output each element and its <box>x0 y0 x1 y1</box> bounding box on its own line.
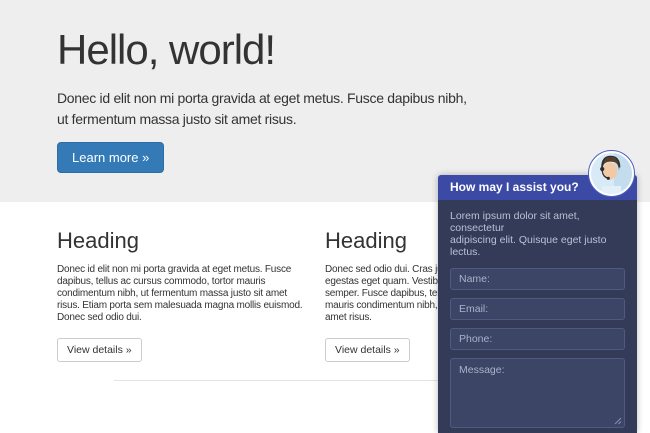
view-details-button-2[interactable]: View details » <box>325 338 410 362</box>
view-details-button-1[interactable]: View details » <box>57 338 142 362</box>
message-field[interactable] <box>450 358 625 428</box>
chat-intro-line-2: adipiscing elit. Quisque eget justo lect… <box>450 234 625 258</box>
chat-widget-body: Lorem ipsum dolor sit amet, consectetur … <box>438 200 637 433</box>
email-field[interactable] <box>450 298 625 320</box>
page-title: Hello, world! <box>57 26 650 74</box>
name-field[interactable] <box>450 268 625 290</box>
chat-intro-line-1: Lorem ipsum dolor sit amet, consectetur <box>450 210 625 234</box>
chat-widget-title: How may I assist you? <box>450 180 579 194</box>
chat-intro: Lorem ipsum dolor sit amet, consectetur … <box>450 210 625 258</box>
chat-widget: How may I assist you? Lorem ipsum dolor … <box>438 175 637 433</box>
support-agent-avatar <box>588 150 635 197</box>
column-1-text: Donec id elit non mi porta gravida at eg… <box>57 264 309 324</box>
resize-handle-icon[interactable] <box>614 417 622 425</box>
jumbotron-subtitle: Donec id elit non mi porta gravida at eg… <box>57 88 477 130</box>
support-agent-avatar-icon <box>588 150 635 197</box>
message-field-wrap <box>450 358 625 428</box>
phone-field[interactable] <box>450 328 625 350</box>
learn-more-button[interactable]: Learn more » <box>57 142 164 173</box>
column-1-heading: Heading <box>57 228 309 254</box>
column-1: Heading Donec id elit non mi porta gravi… <box>57 228 309 362</box>
jumbotron: Hello, world! Donec id elit non mi porta… <box>0 0 650 202</box>
